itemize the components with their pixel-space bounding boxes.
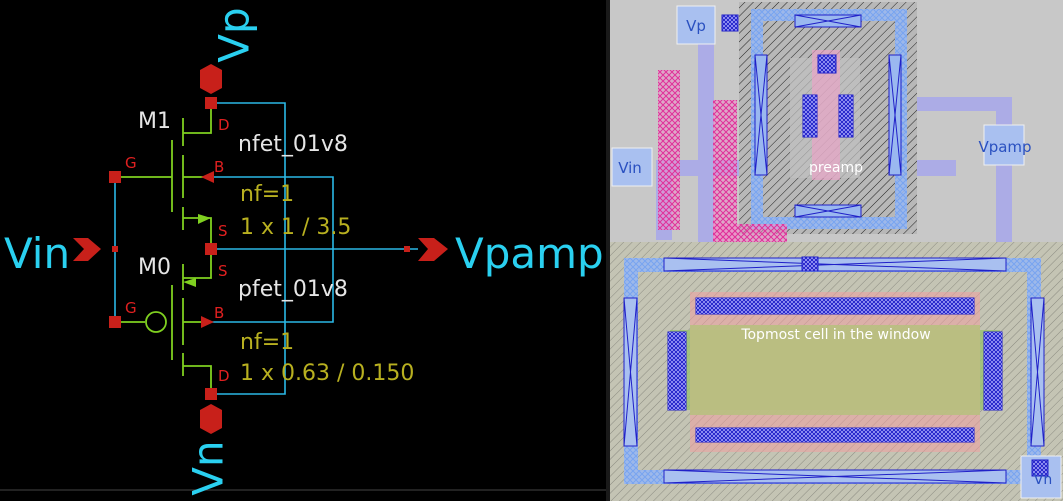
layout-vn-label: Vn — [1034, 472, 1052, 488]
main-canvas: Vp Vn Vin Vpamp M1 nfet_01v8 nf=1 1 x 1 … — [0, 0, 1063, 501]
m0-nf-label: nf=1 — [240, 330, 294, 355]
m0-source-pin-label: S — [218, 262, 228, 280]
m0-size-label: 1 x 0.63 / 0.150 — [240, 361, 414, 386]
m0-instance-label: M0 — [138, 255, 171, 280]
vn-pin-icon[interactable] — [200, 404, 222, 434]
layout-panel: preamp Topmost cell in the window Vp Vin… — [610, 0, 1063, 501]
m1-instance-label: M1 — [138, 109, 171, 134]
layout-vp-label: Vp — [686, 17, 706, 35]
m1-gate-pin-label: G — [125, 154, 137, 172]
schematic-panel: Vp Vn Vin Vpamp M1 nfet_01v8 nf=1 1 x 1 … — [0, 0, 606, 501]
layout-vin-label: Vin — [618, 159, 642, 177]
vin-node-dot — [112, 246, 118, 252]
layout-vpamp-label: Vpamp — [978, 138, 1031, 156]
preamp-cell-label: preamp — [809, 160, 863, 176]
m1-source-pin-label: S — [218, 222, 228, 240]
vpamp-pin-label: Vpamp — [455, 229, 604, 278]
preamp-cell: preamp — [721, 2, 917, 234]
top-cell: Topmost cell in the window — [610, 242, 1063, 501]
m0-gate-terminal[interactable] — [109, 316, 121, 328]
vp-pin-icon[interactable] — [200, 64, 222, 94]
m1-drain-pin-label: D — [218, 116, 230, 134]
m0-gate-pin-label: G — [125, 299, 137, 317]
vpamp-node-terminal[interactable] — [205, 243, 217, 255]
vn-pin-label: Vn — [184, 440, 233, 495]
top-cell-label: Topmost cell in the window — [740, 327, 930, 343]
m1-drain-terminal[interactable] — [205, 97, 217, 109]
m1-size-label: 1 x 1 / 3.5 — [240, 215, 351, 240]
m1-model-label: nfet_01v8 — [238, 132, 348, 157]
m0-drain-pin-label: D — [218, 367, 230, 385]
m0-bulk-pin-label: B — [214, 304, 224, 322]
panel-divider[interactable] — [606, 0, 610, 501]
m0-drain-terminal[interactable] — [205, 388, 217, 400]
m1-bulk-pin-label: B — [214, 158, 224, 176]
m1-gate-terminal[interactable] — [109, 171, 121, 183]
vin-pin-label: Vin — [4, 229, 70, 278]
vpamp-node-dot — [404, 246, 410, 252]
m0-model-label: pfet_01v8 — [238, 277, 348, 302]
m1-nf-label: nf=1 — [240, 182, 294, 207]
vp-pin-label: Vp — [210, 7, 259, 62]
